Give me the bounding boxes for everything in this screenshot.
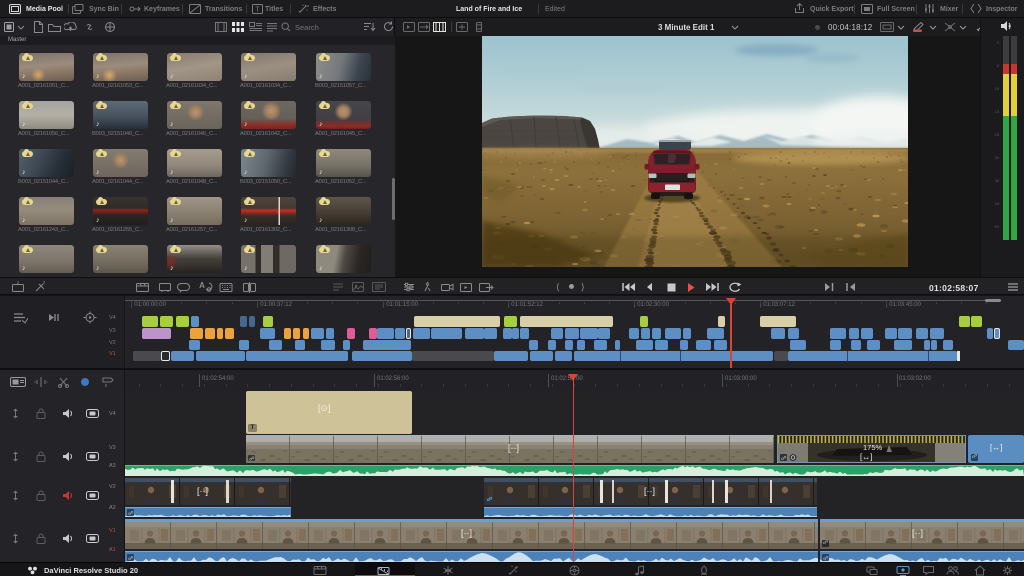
svg-text:T: T <box>255 7 260 14</box>
svg-text:175%: 175% <box>863 443 883 452</box>
svg-text:[··]: [··] <box>508 443 519 453</box>
svg-text:☍: ☍ <box>781 455 787 462</box>
svg-text:☍: ☍ <box>128 555 134 562</box>
svg-text:☍: ☍ <box>128 510 134 517</box>
svg-text:☍: ☍ <box>823 555 829 562</box>
svg-text:[↔]: [↔] <box>860 453 872 462</box>
svg-text:☍: ☍ <box>249 456 255 463</box>
svg-text:A: A <box>199 281 205 290</box>
svg-text:2: 2 <box>43 281 46 285</box>
